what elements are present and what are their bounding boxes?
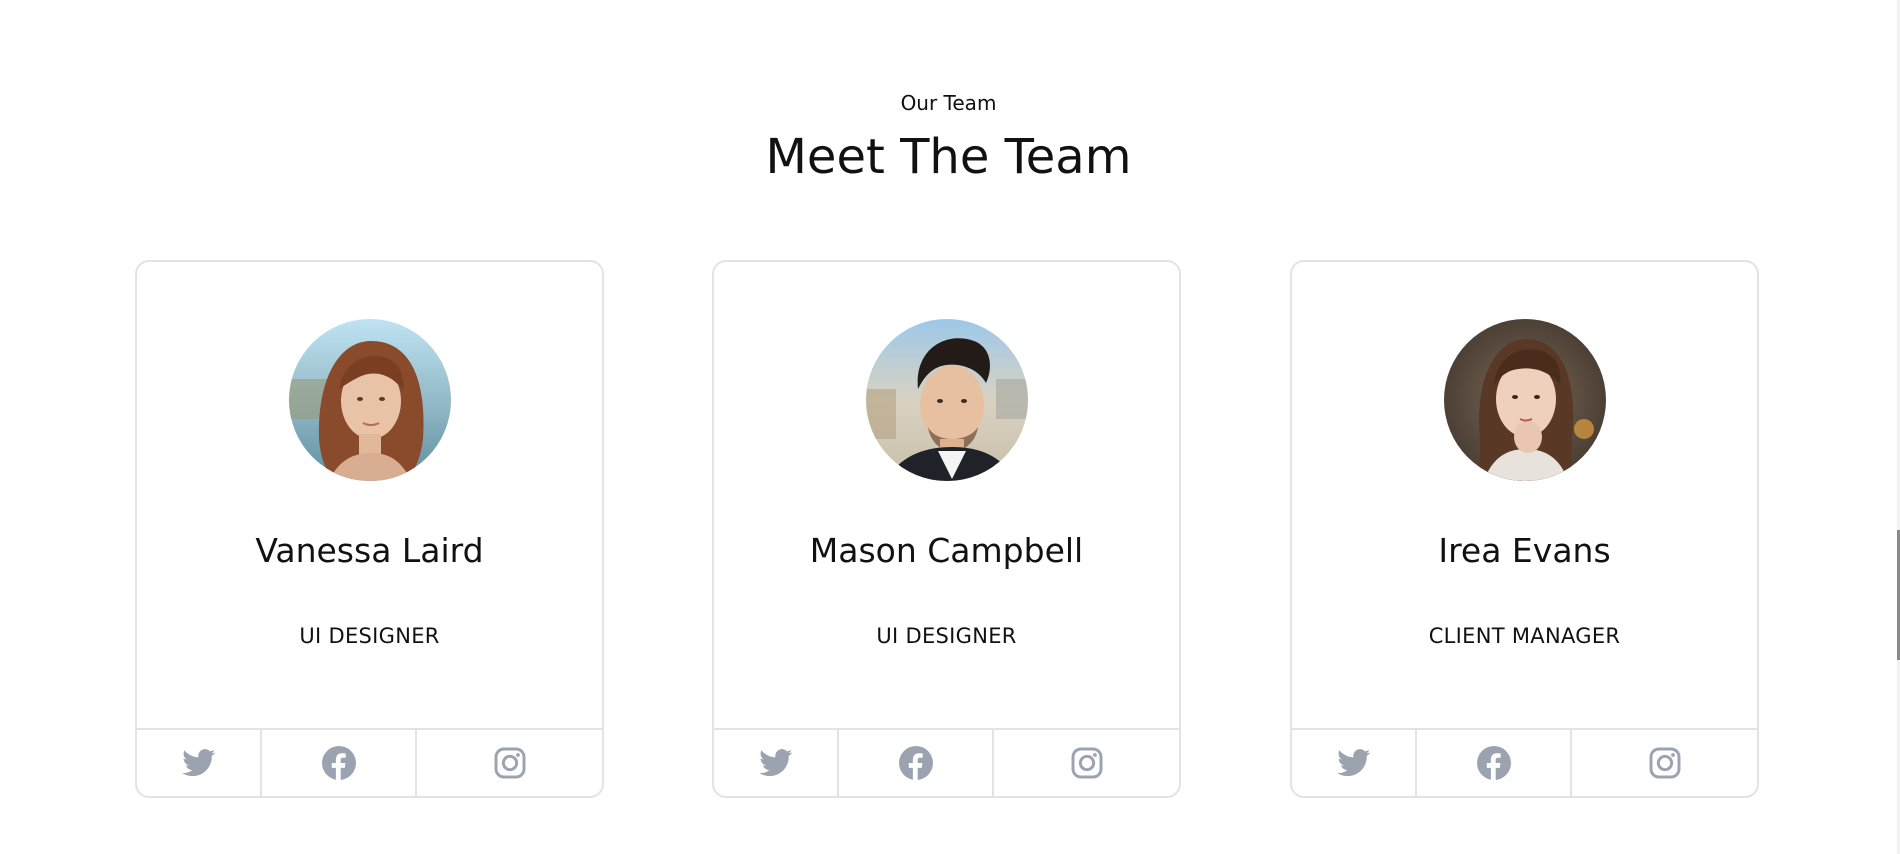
team-card-irea-evans: Irea Evans CLIENT MANAGER <box>1290 260 1759 798</box>
avatar <box>1444 319 1606 481</box>
facebook-icon <box>321 746 356 780</box>
member-role: CLIENT MANAGER <box>1428 624 1621 648</box>
facebook-icon <box>1476 746 1511 780</box>
instagram-icon <box>1649 747 1680 779</box>
twitter-link[interactable] <box>137 730 262 796</box>
instagram-link[interactable] <box>1572 730 1757 796</box>
twitter-icon <box>758 749 792 777</box>
avatar-photo-mason <box>866 319 1028 481</box>
member-name: Vanessa Laird <box>255 531 484 570</box>
facebook-link[interactable] <box>262 730 417 796</box>
member-name: Mason Campbell <box>809 531 1084 570</box>
instagram-icon <box>494 747 525 779</box>
social-links <box>137 728 602 796</box>
twitter-icon <box>1336 749 1370 777</box>
twitter-link[interactable] <box>1292 730 1417 796</box>
team-card-vanessa-laird: Vanessa Laird UI DESIGNER <box>135 260 604 798</box>
member-name: Irea Evans <box>1438 531 1611 570</box>
social-links <box>1292 728 1757 796</box>
facebook-icon <box>898 746 933 780</box>
member-role: UI DESIGNER <box>299 624 440 648</box>
facebook-link[interactable] <box>1417 730 1572 796</box>
avatar <box>289 319 451 481</box>
facebook-link[interactable] <box>839 730 994 796</box>
social-links <box>714 728 1179 796</box>
instagram-link[interactable] <box>417 730 602 796</box>
twitter-link[interactable] <box>714 730 839 796</box>
section-title: Meet The Team <box>765 129 1132 185</box>
avatar-photo-irea <box>1444 319 1606 481</box>
team-page: Our Team Meet The Team Vanessa Laird UI … <box>0 0 1900 854</box>
avatar <box>866 319 1028 481</box>
instagram-icon <box>1071 747 1102 779</box>
twitter-icon <box>181 749 215 777</box>
section-eyebrow: Our Team <box>900 91 997 115</box>
member-role: UI DESIGNER <box>876 624 1017 648</box>
instagram-link[interactable] <box>994 730 1179 796</box>
avatar-photo-vanessa <box>289 319 451 481</box>
team-card-mason-campbell: Mason Campbell UI DESIGNER <box>712 260 1181 798</box>
